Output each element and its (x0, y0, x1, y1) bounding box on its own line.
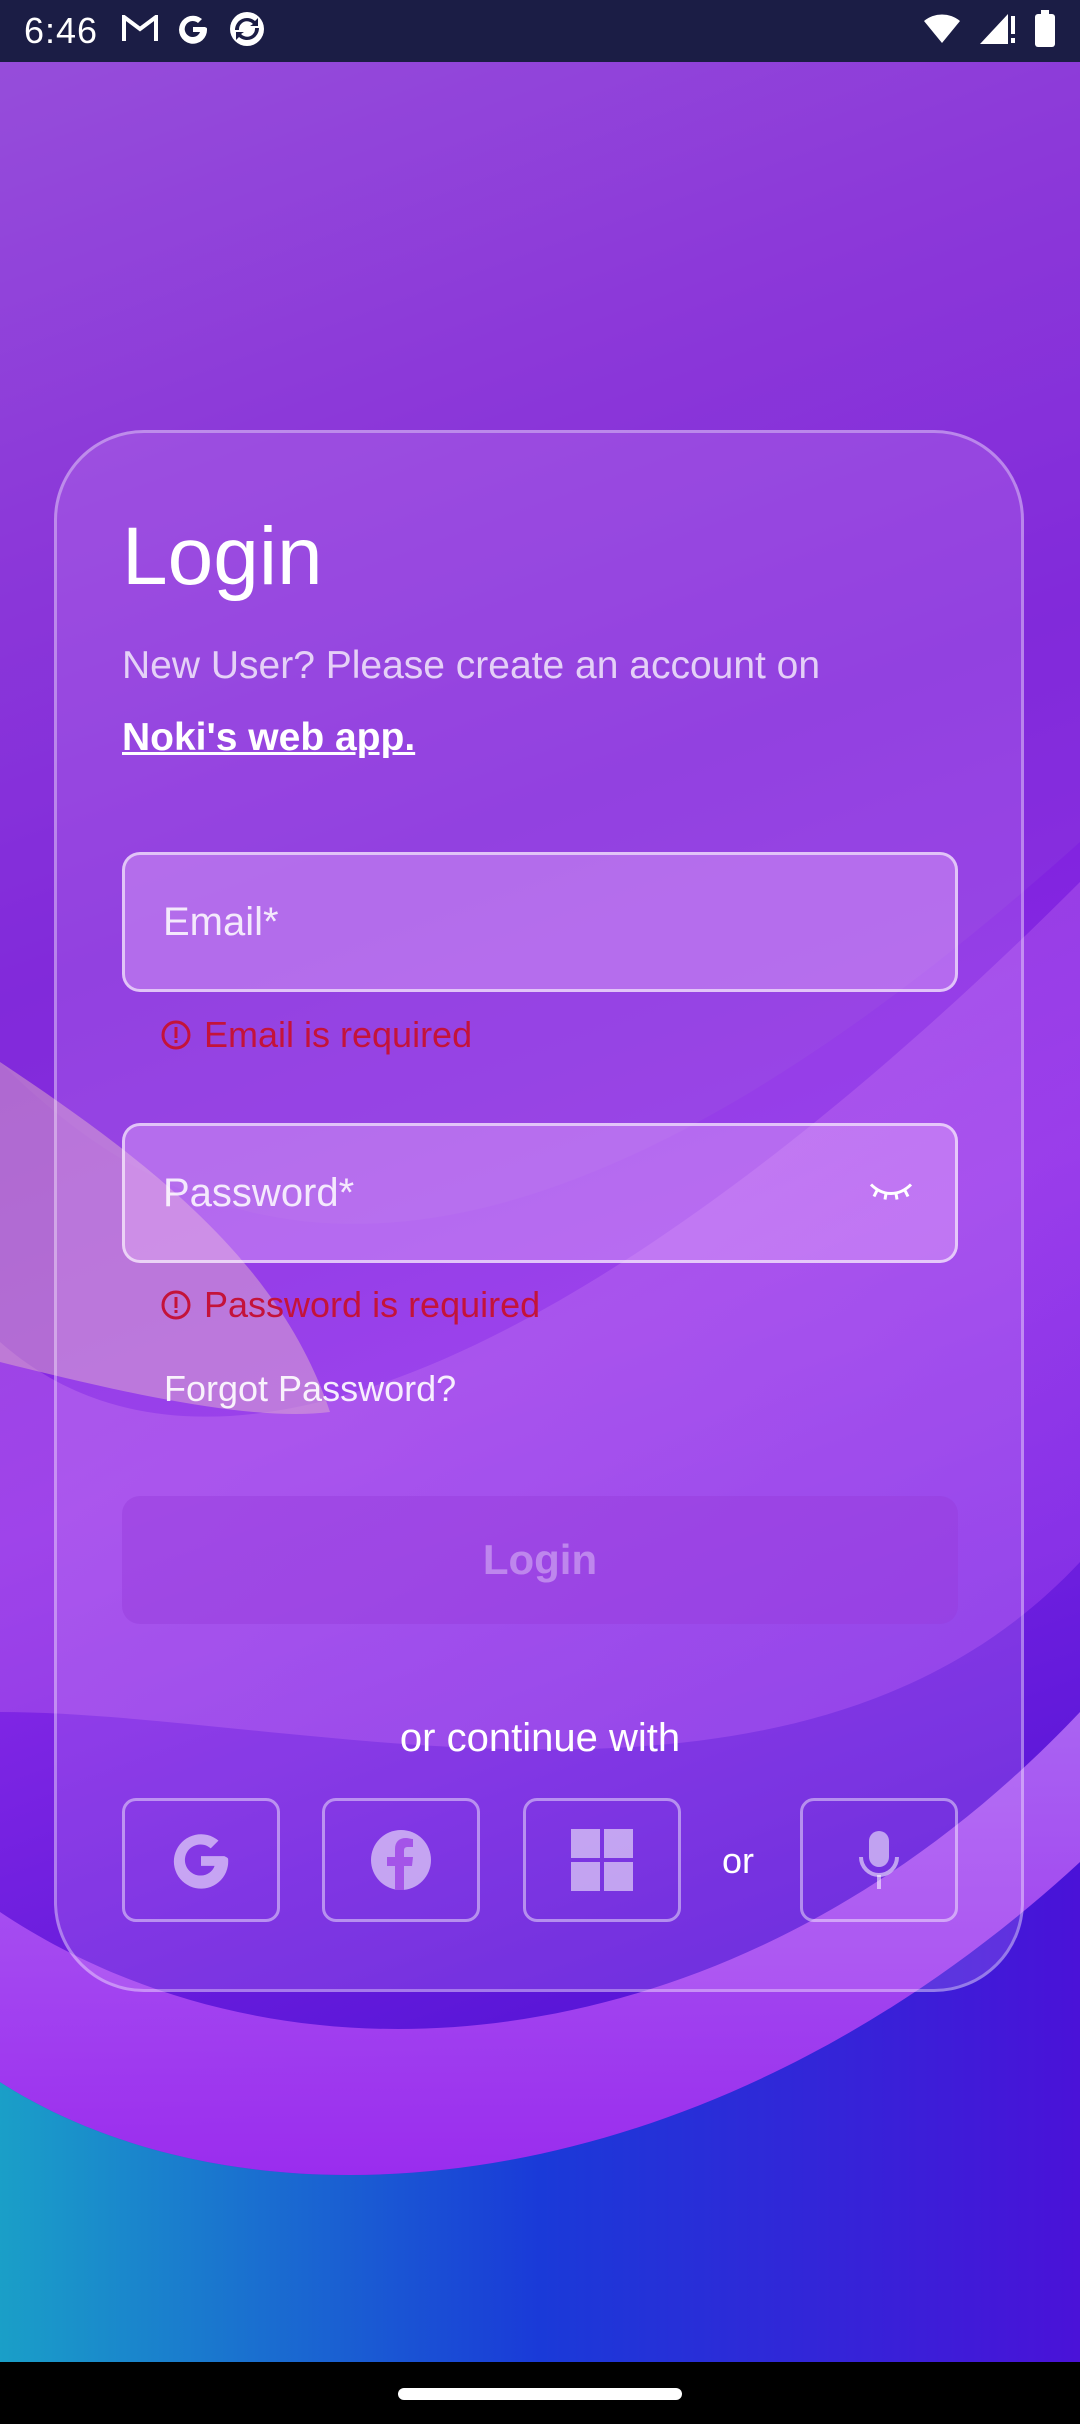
google-login-button[interactable] (122, 1798, 280, 1922)
windows-login-button[interactable] (523, 1798, 681, 1922)
error-icon (161, 1290, 191, 1320)
password-field[interactable]: Password* (122, 1123, 958, 1263)
wifi-icon (922, 13, 962, 50)
error-icon (161, 1020, 191, 1050)
voice-login-button[interactable] (800, 1798, 958, 1922)
facebook-login-button[interactable] (322, 1798, 480, 1922)
notification-icons (122, 10, 266, 53)
sync-app-icon (228, 10, 266, 53)
eye-closed-icon[interactable] (867, 1179, 915, 1208)
google-icon (176, 12, 210, 51)
gmail-icon (122, 12, 159, 48)
login-button[interactable]: Login (122, 1496, 958, 1624)
page-title: Login (122, 511, 323, 602)
password-placeholder: Password* (163, 1170, 355, 1215)
microphone-icon (859, 1831, 899, 1889)
facebook-icon (371, 1830, 431, 1890)
email-placeholder: Email* (163, 899, 279, 944)
email-field[interactable]: Email* (122, 852, 958, 992)
continue-with-label: or continue with (399, 1716, 681, 1760)
google-icon (173, 1834, 229, 1889)
login-button-label: Login (482, 1536, 598, 1583)
email-error-text: Email is required (204, 1014, 473, 1055)
forgot-password-link[interactable]: Forgot Password? (164, 1368, 456, 1410)
password-error: Password is required (160, 1284, 540, 1326)
system-icons (922, 9, 1056, 53)
signup-prompt: New User? Please create an account on (122, 644, 821, 687)
battery-icon (1034, 9, 1056, 53)
windows-icon (571, 1829, 633, 1891)
status-bar: 6:46 (0, 0, 1080, 62)
email-error: Email is required (160, 1014, 472, 1056)
password-error-text: Password is required (204, 1284, 541, 1325)
status-time: 6:46 (24, 10, 99, 51)
signal-icon (978, 12, 1018, 51)
web-app-link[interactable]: Noki's web app. (122, 716, 415, 760)
or-separator: or (722, 1840, 755, 1881)
home-gesture-handle[interactable] (398, 2388, 682, 2400)
